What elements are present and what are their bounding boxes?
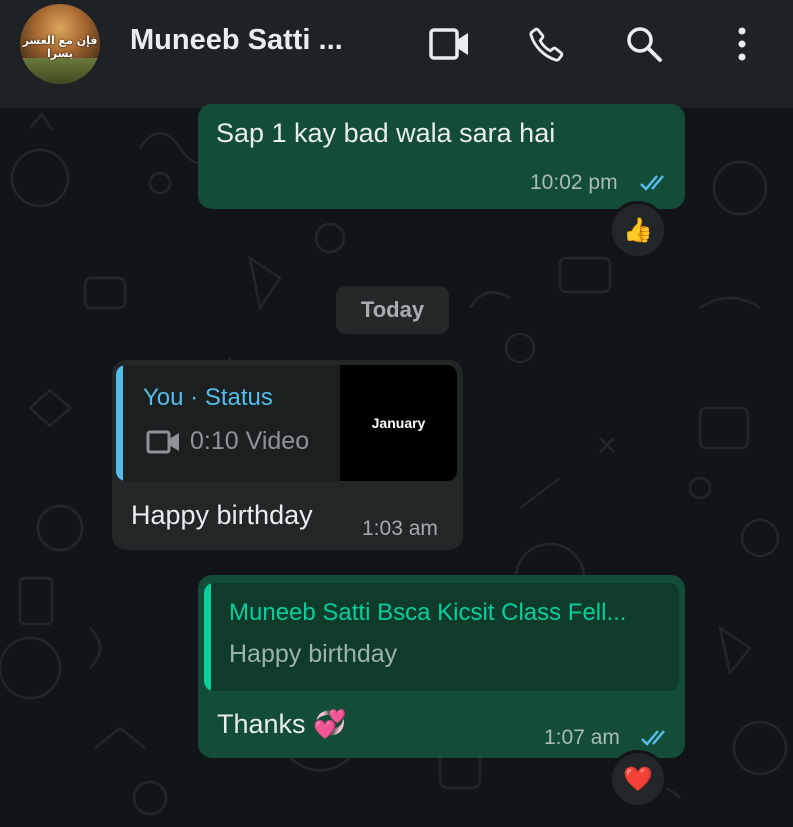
quote-text: Happy birthday (229, 640, 398, 668)
chat-header: فإن مع العسر يسرا Muneeb Satti ... (0, 0, 793, 108)
video-icon (146, 430, 179, 453)
chat-area[interactable]: Sap 1 kay bad wala sara hai 10:02 pm 👍 T… (0, 104, 793, 827)
reaction-badge[interactable]: 👍 (609, 201, 667, 259)
read-ticks-icon (641, 730, 665, 746)
message-text: Thanks 💞 (217, 709, 347, 739)
message-text: Sap 1 kay bad wala sara hai (216, 118, 556, 148)
quote-media-info: 0:10 Video (146, 427, 309, 456)
quote-media-label: 0:10 Video (190, 427, 310, 455)
search-icon[interactable] (622, 22, 666, 66)
status-thumbnail: January (340, 365, 457, 481)
message-time: 10:02 pm (530, 171, 618, 194)
quoted-status[interactable]: You · Status 0:10 Video January (116, 365, 457, 481)
contact-name[interactable]: Muneeb Satti ... (130, 24, 343, 57)
date-divider: Today (336, 286, 449, 334)
outgoing-message[interactable]: Sap 1 kay bad wala sara hai 10:02 pm (198, 104, 685, 209)
contact-avatar[interactable]: فإن مع العسر يسرا (20, 4, 100, 84)
quote-accent-bar (204, 583, 211, 691)
message-text: Happy birthday (131, 500, 313, 530)
avatar-background (20, 58, 100, 84)
avatar-text: فإن مع العسر يسرا (22, 34, 98, 60)
voice-call-icon[interactable] (525, 22, 569, 66)
video-call-icon[interactable] (428, 22, 472, 66)
reaction-badge[interactable]: ❤️ (609, 750, 667, 808)
read-ticks-icon (640, 175, 664, 191)
message-time: 1:07 am (544, 726, 620, 749)
message-time: 1:03 am (362, 517, 438, 540)
more-options-icon[interactable] (720, 22, 764, 66)
quote-accent-bar (116, 365, 123, 481)
quote-author: You · Status (143, 384, 273, 411)
quoted-reply[interactable]: Muneeb Satti Bsca Kicsit Class Fell... H… (204, 583, 679, 691)
quote-author: Muneeb Satti Bsca Kicsit Class Fell... (229, 599, 627, 626)
